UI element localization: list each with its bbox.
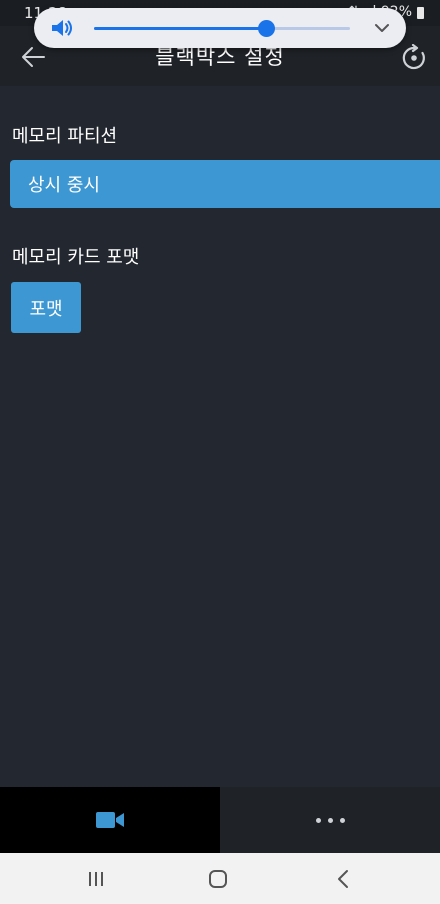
volume-slider[interactable] (94, 20, 350, 37)
memory-partition-value: 상시 중시 (28, 175, 100, 196)
tab-camera[interactable] (0, 787, 220, 853)
back-icon (338, 870, 348, 888)
tab-bar (0, 787, 440, 853)
speaker-icon[interactable] (50, 17, 74, 39)
memory-partition-select[interactable]: 상시 중시 (10, 160, 440, 208)
recents-icon (89, 872, 103, 886)
video-camera-icon (96, 812, 124, 828)
volume-slider-thumb[interactable] (257, 20, 275, 37)
home-button[interactable] (205, 866, 231, 892)
battery-icon (417, 7, 424, 19)
memory-card-format-label: 메모리 카드 포맷 (12, 247, 140, 268)
nav-back-button[interactable] (330, 866, 356, 892)
memory-partition-label: 메모리 파티션 (12, 126, 118, 147)
recents-button[interactable] (83, 866, 109, 892)
refresh-button[interactable] (396, 40, 432, 76)
system-nav-bar (0, 853, 440, 904)
chevron-down-icon[interactable] (372, 18, 392, 38)
volume-slider-fill (94, 27, 266, 30)
refresh-icon (402, 44, 425, 70)
format-button[interactable]: 포맷 (11, 282, 81, 333)
tab-more[interactable] (220, 787, 440, 853)
volume-panel (34, 8, 406, 48)
home-icon (209, 870, 227, 888)
more-dots-icon (315, 817, 345, 823)
